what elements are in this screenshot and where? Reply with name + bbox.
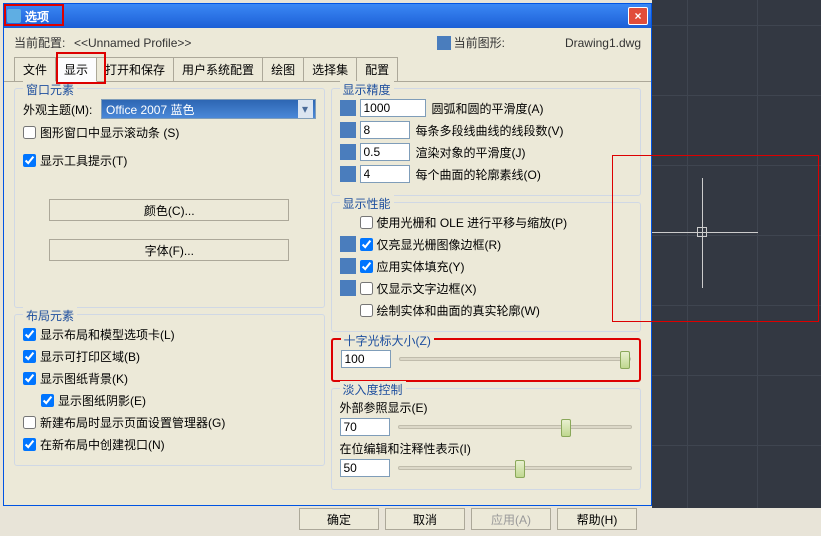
tab-file[interactable]: 文件 [14,57,56,81]
options-dialog: 选项 × 当前配置: <<Unnamed Profile>> 当前图形: Dra… [3,3,652,506]
theme-label: 外观主题(M): [23,101,101,118]
close-button[interactable]: × [628,7,648,25]
inplace-fade-slider[interactable] [398,466,633,470]
crosshair-size-slider[interactable] [399,357,632,361]
xref-fade-slider[interactable] [398,425,633,429]
current-drawing-value: Drawing1.dwg [565,36,641,50]
dwg-icon [340,122,356,138]
current-profile-label: 当前配置: [14,34,74,51]
rendered-smoothness-label: 渲染对象的平滑度(J) [416,144,526,161]
inplace-edit-label: 在位编辑和注释性表示(I) [340,440,633,457]
tab-open-save[interactable]: 打开和保存 [96,57,174,81]
slider-thumb[interactable] [561,419,571,437]
text-frame-only-checkbox[interactable]: 仅显示文字边框(X) [360,280,477,297]
polyline-segments-input[interactable] [360,121,410,139]
arc-smoothness-label: 圆弧和圆的平滑度(A) [432,100,544,117]
contour-lines-input[interactable] [360,165,410,183]
group-title: 布局元素 [23,307,77,324]
tab-user-prefs[interactable]: 用户系统配置 [173,57,263,81]
tab-profiles[interactable]: 配置 [356,57,398,81]
profile-row: 当前配置: <<Unnamed Profile>> 当前图形: Drawing1… [4,28,651,57]
fonts-button[interactable]: 字体(F)... [49,239,289,261]
apply-button[interactable]: 应用(A) [471,508,551,530]
tab-bar: 文件 显示 打开和保存 用户系统配置 绘图 选择集 配置 [4,57,651,82]
group-title: 十字光标大小(Z) [341,332,434,349]
annotation-box [612,155,819,322]
tab-selection[interactable]: 选择集 [303,57,357,81]
contour-lines-label: 每个曲面的轮廓素线(O) [416,166,541,183]
paper-bg-checkbox[interactable]: 显示图纸背景(K) [23,370,128,387]
dwg-icon [340,280,356,296]
display-performance-group: 显示性能 使用光栅和 OLE 进行平移与缩放(P) 仅亮显光栅图像边框(R) 应… [331,202,642,332]
tooltips-checkbox[interactable]: 显示工具提示(T) [23,152,127,169]
app-icon [7,9,21,23]
highlight-raster-frame-checkbox[interactable]: 仅亮显光栅图像边框(R) [360,236,502,253]
xref-display-label: 外部参照显示(E) [340,399,633,416]
rendered-smoothness-input[interactable] [360,143,410,161]
dwg-icon [340,236,356,252]
dwg-icon [340,166,356,182]
tab-display[interactable]: 显示 [55,57,97,82]
crosshair-size-input[interactable] [341,350,391,368]
crosshair-size-group: 十字光标大小(Z) [331,338,642,382]
xref-fade-input[interactable] [340,418,390,436]
paper-shadow-checkbox[interactable]: 显示图纸阴影(E) [41,392,146,409]
group-title: 窗口元素 [23,81,77,98]
group-title: 显示性能 [340,195,394,212]
dwg-icon [340,100,356,116]
viewport-new-layout-checkbox[interactable]: 在新布局中创建视口(N) [23,436,165,453]
scrollbars-checkbox[interactable]: 图形窗口中显示滚动条 (S) [23,124,179,141]
fade-control-group: 淡入度控制 外部参照显示(E) 在位编辑和注释性表示(I) [331,388,642,490]
polyline-segments-label: 每条多段线曲线的线段数(V) [416,122,564,139]
titlebar[interactable]: 选项 × [4,4,651,28]
ok-button[interactable]: 确定 [299,508,379,530]
layout-tabs-checkbox[interactable]: 显示布局和模型选项卡(L) [23,326,175,343]
slider-thumb[interactable] [515,460,525,478]
true-silhouettes-checkbox[interactable]: 绘制实体和曲面的真实轮廓(W) [360,302,540,319]
pan-zoom-raster-checkbox[interactable]: 使用光栅和 OLE 进行平移与缩放(P) [360,214,568,231]
current-drawing-label: 当前图形: [454,34,505,51]
dialog-title: 选项 [25,8,628,25]
tab-drafting[interactable]: 绘图 [262,57,304,81]
dwg-icon [340,144,356,160]
page-setup-mgr-checkbox[interactable]: 新建布局时显示页面设置管理器(G) [23,414,225,431]
cancel-button[interactable]: 取消 [385,508,465,530]
drawing-icon [437,36,451,50]
printable-area-checkbox[interactable]: 显示可打印区域(B) [23,348,140,365]
layout-elements-group: 布局元素 显示布局和模型选项卡(L) 显示可打印区域(B) 显示图纸背景(K) … [14,314,325,466]
apply-solid-fill-checkbox[interactable]: 应用实体填充(Y) [360,258,465,275]
theme-dropdown[interactable]: Office 2007 蓝色 [101,99,316,119]
window-elements-group: 窗口元素 外观主题(M): Office 2007 蓝色 图形窗口中显示滚动条 … [14,88,325,308]
display-resolution-group: 显示精度 圆弧和圆的平滑度(A) 每条多段线曲线的线段数(V) 渲染对象的平滑度… [331,88,642,196]
arc-smoothness-input[interactable] [360,99,426,117]
group-title: 淡入度控制 [340,381,406,398]
group-title: 显示精度 [340,81,394,98]
dwg-icon [340,258,356,274]
dialog-buttons: 确定 取消 应用(A) 帮助(H) [4,502,651,536]
inplace-fade-input[interactable] [340,459,390,477]
current-profile-value: <<Unnamed Profile>> [74,36,437,50]
colors-button[interactable]: 颜色(C)... [49,199,289,221]
help-button[interactable]: 帮助(H) [557,508,637,530]
slider-thumb[interactable] [620,351,630,369]
